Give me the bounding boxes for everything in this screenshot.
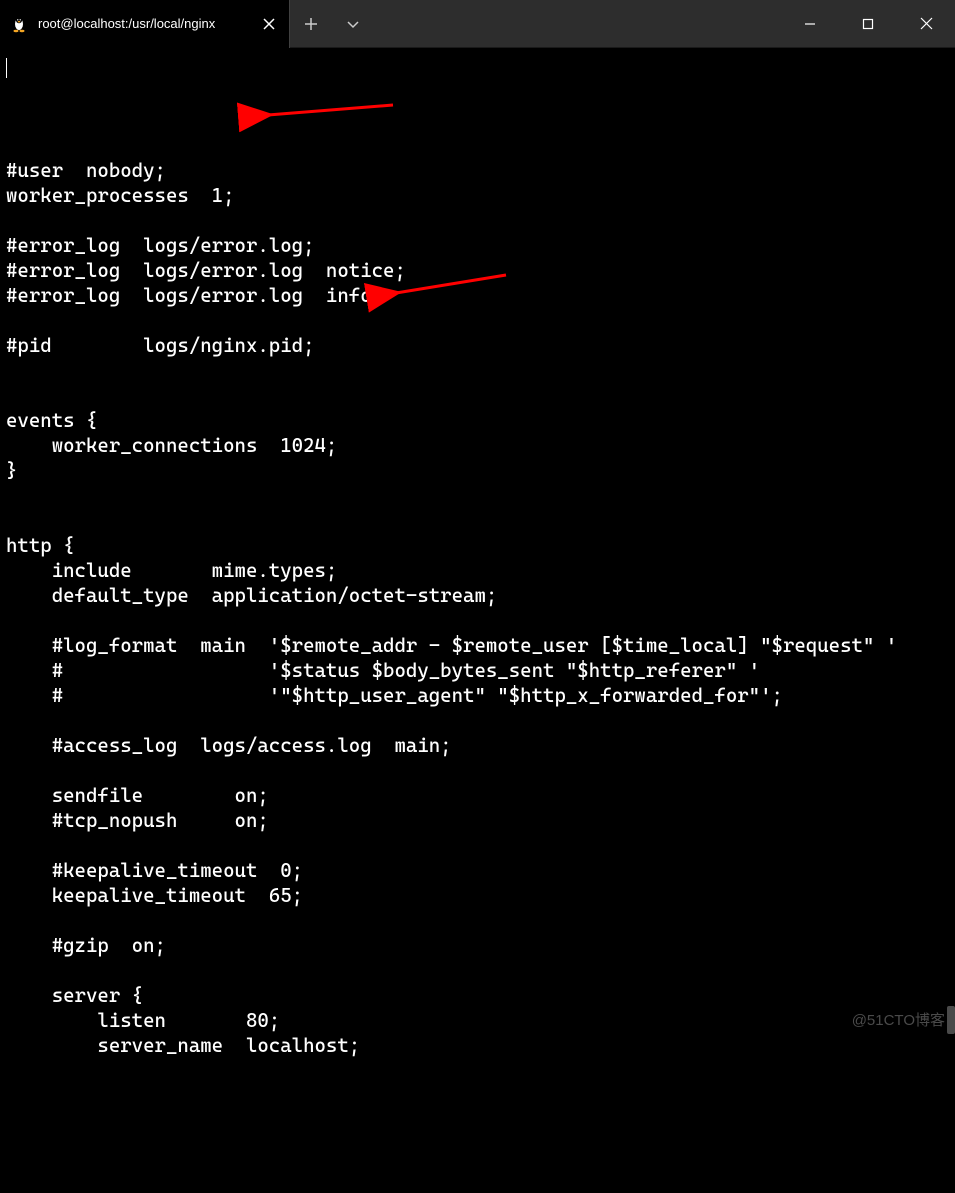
close-icon bbox=[920, 17, 933, 30]
window-titlebar: root@localhost:/usr/local/nginx bbox=[0, 0, 955, 48]
linux-penguin-icon bbox=[10, 15, 28, 33]
terminal-content[interactable]: #user nobody; worker_processes 1; #error… bbox=[0, 48, 955, 1193]
plus-icon bbox=[304, 17, 318, 31]
maximize-icon bbox=[862, 18, 874, 30]
window-close-button[interactable] bbox=[897, 0, 955, 48]
terminal-tab[interactable]: root@localhost:/usr/local/nginx bbox=[0, 0, 290, 48]
terminal-text: #user nobody; worker_processes 1; #error… bbox=[6, 133, 949, 1058]
minimize-icon bbox=[804, 18, 816, 30]
watermark: @51CTO博客 bbox=[852, 1009, 945, 1030]
minimize-button[interactable] bbox=[781, 0, 839, 48]
close-tab-button[interactable] bbox=[259, 14, 279, 34]
close-icon bbox=[263, 18, 275, 30]
tab-title: root@localhost:/usr/local/nginx bbox=[38, 16, 249, 31]
maximize-button[interactable] bbox=[839, 0, 897, 48]
scrollbar-thumb[interactable] bbox=[947, 1006, 955, 1034]
text-cursor bbox=[6, 58, 7, 78]
chevron-down-icon bbox=[346, 17, 360, 31]
tab-dropdown-button[interactable] bbox=[332, 0, 374, 48]
window-controls bbox=[781, 0, 955, 48]
tab-actions bbox=[290, 0, 374, 48]
new-tab-button[interactable] bbox=[290, 0, 332, 48]
